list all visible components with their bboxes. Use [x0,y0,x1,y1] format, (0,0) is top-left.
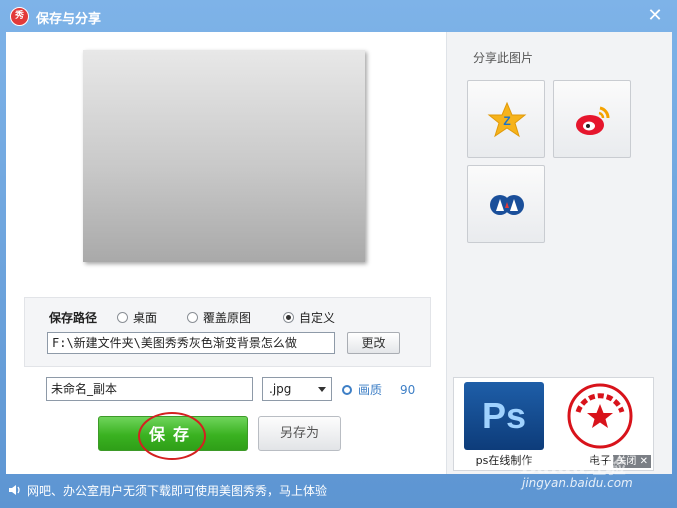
radio-desktop-dot[interactable] [117,312,128,323]
share-qzone-button[interactable]: Z [467,80,545,158]
quality-value: 90 [400,382,416,397]
save-button[interactable]: 保存 [98,416,248,451]
promo-link[interactable]: 网吧、办公室用户无须下载即可使用美图秀秀，马上体验 [27,482,327,499]
baidu-watermark-logo: Baidu经验 [520,454,626,478]
meitu-logo-icon: 秀 [10,7,29,26]
radio-overwrite-label: 覆盖原图 [203,311,252,325]
share-panel: 分享此图片 Z Ps ps在线制作 电子 关闭 ✕ [446,32,672,474]
format-select[interactable]: .jpg [262,377,332,401]
image-preview [83,50,365,262]
save-path-label: 保存路径 [49,311,98,325]
gear-icon [342,384,352,395]
speaker-icon [9,485,20,495]
share-renren-button[interactable] [467,165,545,243]
save-path-input[interactable]: F:\新建文件夹\美图秀秀灰色渐变背景怎么做 [47,332,335,354]
dialog-body: 保存路径 桌面 覆盖原图 自定义 F:\新建文件夹\美图秀秀灰色渐变背景怎么做 … [6,32,672,474]
save-as-button[interactable]: 另存为 [258,416,341,451]
file-name-input[interactable]: 未命名_副本 [46,377,253,401]
photoshop-logo-icon: Ps [464,382,544,450]
save-path-group: 保存路径 桌面 覆盖原图 自定义 F:\新建文件夹\美图秀秀灰色渐变背景怎么做 … [24,297,431,367]
radio-desktop-label: 桌面 [133,311,158,325]
quality-label: 画质 [358,383,383,397]
weibo-icon [576,106,610,135]
radio-desktop[interactable]: 桌面 [117,309,157,326]
radio-custom-dot[interactable] [283,312,294,323]
radio-custom[interactable]: 自定义 [283,309,335,326]
radio-overwrite[interactable]: 覆盖原图 [187,309,251,326]
qzone-icon: Z [487,101,527,138]
baidu-watermark-url: jingyan.baidu.com [522,476,633,490]
seal-stamp-icon [567,383,633,449]
chevron-down-icon [318,387,326,392]
format-select-value: .jpg [269,382,292,396]
radio-overwrite-dot[interactable] [187,312,198,323]
share-weibo-button[interactable] [553,80,631,158]
save-share-dialog: 秀 保存与分享 ✕ 保存路径 桌面 覆盖原图 自定义 F:\新建文件夹\美图秀秀… [0,0,677,508]
dialog-title: 保存与分享 [36,12,102,27]
svg-text:Z: Z [503,114,510,128]
radio-custom-label: 自定义 [299,311,336,325]
share-title: 分享此图片 [473,51,534,65]
change-path-button[interactable]: 更改 [347,332,400,354]
renren-icon [490,195,524,215]
quality-link[interactable]: 画质 90 [342,381,415,398]
title-bar[interactable]: 秀 保存与分享 ✕ [0,0,677,32]
close-button[interactable]: ✕ [645,6,665,26]
save-panel: 保存路径 桌面 覆盖原图 自定义 F:\新建文件夹\美图秀秀灰色渐变背景怎么做 … [6,32,446,474]
